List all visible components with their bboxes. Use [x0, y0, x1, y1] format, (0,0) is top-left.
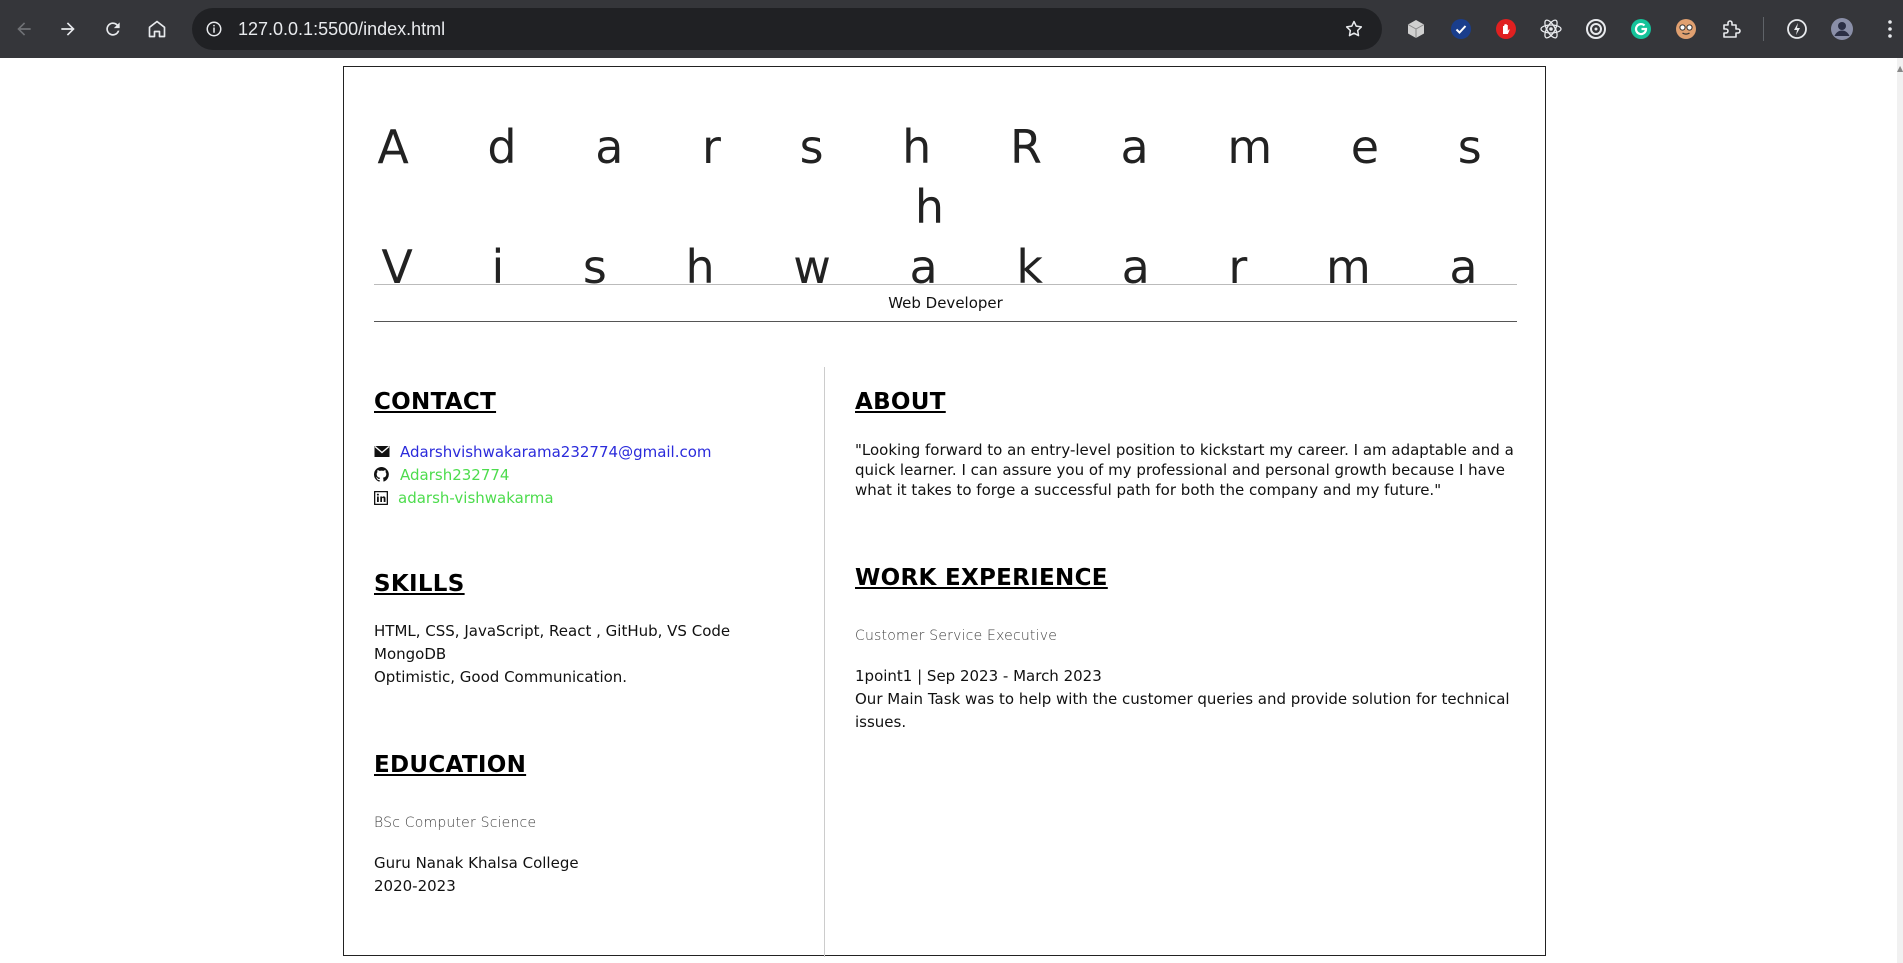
contact-email-row: Adarshvishwakarama232774@gmail.com — [374, 440, 712, 463]
contact-github-row: Adarsh232774 — [374, 463, 509, 486]
site-info-icon[interactable] — [202, 17, 226, 41]
envelope-icon — [374, 444, 390, 460]
face-extension-icon[interactable] — [1672, 15, 1700, 43]
skills-line: HTML, CSS, JavaScript, React , GitHub, V… — [374, 622, 731, 640]
back-button[interactable] — [8, 13, 40, 45]
job-title: Web Developer — [888, 294, 1003, 312]
toolbar-divider — [1763, 17, 1764, 41]
grammarly-icon[interactable] — [1627, 15, 1655, 43]
education-college: Guru Nanak Khalsa College — [374, 854, 579, 872]
skills-list: HTML, CSS, JavaScript, React , GitHub, V… — [374, 620, 814, 689]
bookmark-star-icon[interactable] — [1342, 17, 1366, 41]
menu-kebab-icon[interactable] — [1876, 15, 1903, 43]
email-link[interactable]: Adarshvishwakarama232774@gmail.com — [400, 443, 712, 461]
skills-heading: SKILLS — [374, 571, 465, 597]
performance-icon[interactable] — [1783, 15, 1811, 43]
work-details: 1point1 | Sep 2023 - March 2023 Our Main… — [855, 665, 1535, 734]
github-icon — [374, 467, 390, 483]
education-degree: BSc Computer Science — [374, 815, 537, 831]
profile-avatar-icon[interactable] — [1828, 15, 1856, 43]
stop-hand-extension-icon[interactable] — [1492, 15, 1520, 43]
page-scrollbar[interactable] — [1897, 58, 1903, 963]
home-button[interactable] — [141, 13, 173, 45]
linkedin-icon — [374, 490, 390, 506]
work-experience-heading: WORK EXPERIENCE — [855, 565, 1108, 591]
education-years: 2020-2023 — [374, 877, 456, 895]
skills-line: Optimistic, Good Communication. — [374, 668, 628, 686]
contact-heading: CONTACT — [374, 389, 497, 415]
check-extension-icon[interactable] — [1447, 15, 1475, 43]
skills-line: MongoDB — [374, 645, 447, 663]
about-heading: ABOUT — [855, 389, 946, 415]
target-extension-icon[interactable] — [1582, 15, 1610, 43]
arrow-left-icon — [17, 22, 31, 36]
job-title-bar: Web Developer — [374, 284, 1517, 322]
browser-toolbar: 127.0.0.1:5500/index.html — [0, 0, 1903, 58]
linkedin-link[interactable]: adarsh-vishwakarma — [398, 489, 554, 507]
name-line-1: A d a r s h R a m e s h — [377, 120, 1514, 234]
resume-card: A d a r s h R a m e s h V i s h w a k a … — [343, 66, 1547, 957]
address-bar[interactable]: 127.0.0.1:5500/index.html — [192, 8, 1382, 50]
column-divider — [824, 367, 825, 957]
arrow-right-icon — [61, 22, 75, 36]
cube-extension-icon[interactable] — [1402, 15, 1430, 43]
github-link[interactable]: Adarsh232774 — [400, 466, 509, 484]
reload-button[interactable] — [97, 13, 129, 45]
puzzle-extensions-icon[interactable] — [1717, 15, 1745, 43]
scroll-up-arrow-icon[interactable]: ▲ — [1897, 64, 1903, 74]
work-position: Customer Service Executive — [855, 628, 1058, 644]
education-details: Guru Nanak Khalsa College 2020-2023 — [374, 852, 579, 898]
forward-button[interactable] — [52, 13, 84, 45]
contact-linkedin-row: adarsh-vishwakarma — [374, 486, 554, 509]
url-text[interactable]: 127.0.0.1:5500/index.html — [238, 8, 445, 50]
reload-icon — [106, 22, 120, 36]
candidate-name: A d a r s h R a m e s h V i s h w a k a … — [344, 117, 1547, 297]
react-devtools-icon[interactable] — [1537, 15, 1565, 43]
work-company-dates: 1point1 | Sep 2023 - March 2023 — [855, 667, 1102, 685]
about-text: "Looking forward to an entry-level posit… — [855, 441, 1514, 499]
home-icon — [148, 20, 166, 38]
education-heading: EDUCATION — [374, 752, 527, 778]
work-description: Our Main Task was to help with the custo… — [855, 690, 1510, 731]
